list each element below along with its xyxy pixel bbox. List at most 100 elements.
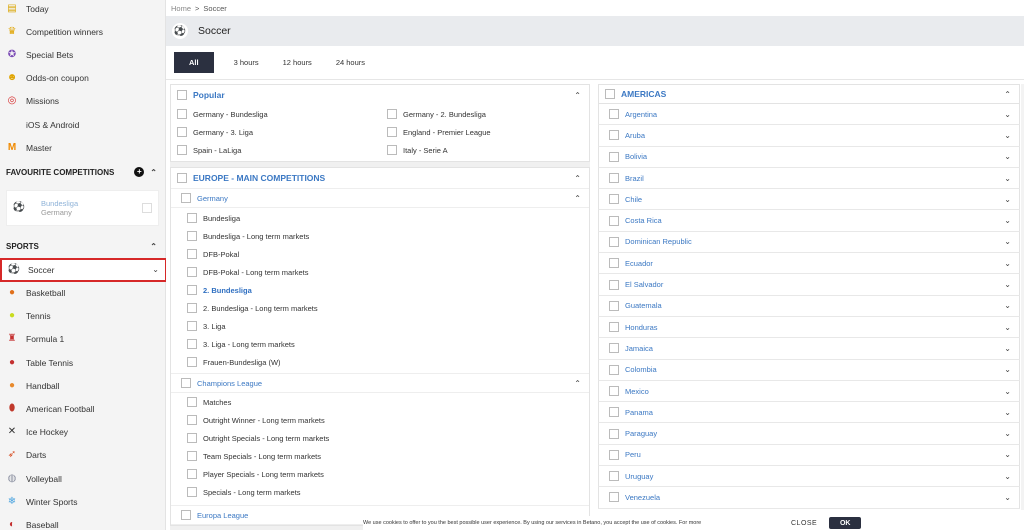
- sidebar-item-table-tennis[interactable]: ● Table Tennis: [0, 351, 165, 374]
- item-checkbox[interactable]: [609, 322, 619, 333]
- sidebar-item-baseball[interactable]: ◐ Baseball: [0, 513, 165, 530]
- item-checkbox[interactable]: [609, 343, 619, 354]
- list-item[interactable]: Uruguay ⌄: [598, 466, 1020, 488]
- item-checkbox[interactable]: [609, 130, 619, 141]
- list-item[interactable]: Bolivia ⌄: [598, 146, 1020, 168]
- item-checkbox[interactable]: [387, 145, 397, 155]
- list-item[interactable]: Chile ⌄: [598, 189, 1020, 211]
- item-checkbox[interactable]: [609, 215, 619, 226]
- tab-3-hours[interactable]: 3 hours: [222, 52, 271, 73]
- chevron-down-icon[interactable]: ⌄: [1004, 493, 1011, 502]
- item-checkbox[interactable]: [609, 194, 619, 205]
- sidebar-item-special-bets[interactable]: ✪ Special Bets: [0, 43, 165, 66]
- item-checkbox[interactable]: [187, 249, 197, 259]
- item-checkbox[interactable]: [609, 386, 619, 396]
- item-checkbox[interactable]: [187, 213, 197, 223]
- item-checkbox[interactable]: [187, 357, 197, 367]
- item-checkbox[interactable]: [187, 397, 197, 407]
- item-checkbox[interactable]: [609, 173, 619, 184]
- item-checkbox[interactable]: [177, 127, 187, 137]
- chevron-down-icon[interactable]: ⌄: [1004, 408, 1011, 417]
- chevron-down-icon[interactable]: ⌄: [1004, 450, 1011, 459]
- sidebar-item-competition-winners[interactable]: ♛ Competition winners: [0, 20, 165, 43]
- item-checkbox[interactable]: [609, 109, 619, 120]
- sidebar-item-ice-hockey[interactable]: ✕ Ice Hockey: [0, 421, 165, 444]
- cookie-ok-button[interactable]: OK: [829, 517, 862, 529]
- list-item[interactable]: Argentina ⌄: [598, 104, 1020, 126]
- list-item[interactable]: Venezuela ⌄: [598, 487, 1020, 509]
- item-checkbox[interactable]: [387, 127, 397, 137]
- item-checkbox[interactable]: [187, 415, 197, 425]
- germany-header[interactable]: Germany ⌃: [171, 188, 589, 208]
- list-item[interactable]: Mexico ⌄: [598, 380, 1020, 403]
- sidebar-item-today[interactable]: ▤ Today: [0, 0, 165, 20]
- list-item[interactable]: El Salvador ⌄: [598, 274, 1020, 296]
- chevron-up-icon[interactable]: ⌃: [574, 379, 581, 388]
- chevron-up-icon[interactable]: ⌃: [574, 174, 581, 183]
- list-item[interactable]: Ecuador ⌄: [598, 253, 1020, 275]
- chevron-down-icon[interactable]: ⌄: [1004, 195, 1011, 204]
- tab-all[interactable]: All: [174, 52, 214, 73]
- list-item[interactable]: Brazil ⌄: [598, 167, 1020, 190]
- germany-checkbox[interactable]: [181, 193, 191, 203]
- item-checkbox[interactable]: [609, 364, 619, 375]
- sidebar-item-winter-sports[interactable]: ❄ Winter Sports: [0, 490, 165, 513]
- item-checkbox[interactable]: [187, 303, 197, 313]
- sidebar-item-soccer[interactable]: ⚽ Soccer ⌄: [0, 258, 167, 282]
- list-item[interactable]: Italy - Serie A: [387, 145, 587, 155]
- chevron-down-icon[interactable]: ⌄: [1004, 216, 1011, 225]
- europe-checkbox[interactable]: [177, 173, 187, 183]
- list-item[interactable]: Bundesliga: [171, 209, 589, 227]
- list-item[interactable]: Costa Rica ⌄: [598, 210, 1020, 232]
- add-favourite-icon[interactable]: +: [134, 167, 145, 178]
- europa-league-checkbox[interactable]: [181, 510, 191, 520]
- list-item[interactable]: Honduras ⌄: [598, 316, 1020, 339]
- list-item[interactable]: Outright Specials - Long term markets: [171, 429, 589, 447]
- sidebar-item-tennis[interactable]: ● Tennis: [0, 305, 165, 328]
- favourite-checkbox[interactable]: [142, 203, 152, 214]
- chevron-down-icon[interactable]: ⌄: [1004, 131, 1011, 140]
- list-item[interactable]: 3. Liga: [171, 317, 589, 335]
- chevron-down-icon[interactable]: ⌄: [1004, 387, 1011, 396]
- sidebar-item-american-football[interactable]: ⬮ American Football: [0, 397, 165, 420]
- list-item[interactable]: Frauen-Bundesliga (W): [171, 353, 589, 371]
- list-item[interactable]: Germany - 3. Liga: [177, 127, 387, 137]
- item-checkbox[interactable]: [187, 469, 197, 479]
- americas-header[interactable]: AMERICAS ⌃: [598, 84, 1020, 104]
- sidebar-item-ios-android[interactable]: iOS & Android: [0, 113, 165, 136]
- list-item[interactable]: Guatemala ⌄: [598, 295, 1020, 317]
- chevron-up-icon[interactable]: ⌃: [150, 168, 157, 177]
- tab-24-hours[interactable]: 24 hours: [324, 52, 377, 73]
- list-item[interactable]: Colombia ⌄: [598, 359, 1020, 381]
- list-item[interactable]: Peru ⌄: [598, 444, 1020, 467]
- sidebar-item-odds-on-coupon[interactable]: ☻ Odds-on coupon: [0, 67, 165, 90]
- chevron-down-icon[interactable]: ⌄: [1004, 280, 1011, 289]
- tab-12-hours[interactable]: 12 hours: [271, 52, 324, 73]
- list-item[interactable]: Paraguay ⌄: [598, 423, 1020, 445]
- list-item[interactable]: Team Specials - Long term markets: [171, 447, 589, 465]
- list-item[interactable]: Specials - Long term markets: [171, 483, 589, 501]
- champions-league-checkbox[interactable]: [181, 378, 191, 388]
- breadcrumb-home[interactable]: Home: [171, 4, 191, 13]
- list-item[interactable]: Bundesliga - Long term markets: [171, 227, 589, 245]
- list-item[interactable]: Player Specials - Long term markets: [171, 465, 589, 483]
- item-checkbox[interactable]: [609, 407, 619, 418]
- item-checkbox[interactable]: [187, 487, 197, 497]
- item-checkbox[interactable]: [177, 109, 187, 119]
- europe-header[interactable]: EUROPE - MAIN COMPETITIONS ⌃: [171, 168, 589, 188]
- sidebar-item-master[interactable]: M Master: [0, 136, 165, 159]
- list-item[interactable]: DFB-Pokal: [171, 245, 589, 263]
- item-checkbox[interactable]: [609, 471, 619, 482]
- chevron-down-icon[interactable]: ⌄: [1004, 110, 1011, 119]
- item-checkbox[interactable]: [609, 279, 619, 290]
- item-checkbox[interactable]: [187, 339, 197, 349]
- item-checkbox[interactable]: [609, 300, 619, 311]
- list-item[interactable]: Panama ⌄: [598, 402, 1020, 424]
- list-item-selected[interactable]: 2. Bundesliga: [171, 281, 589, 299]
- list-item[interactable]: Dominican Republic ⌄: [598, 231, 1020, 254]
- item-checkbox[interactable]: [609, 151, 619, 162]
- item-checkbox[interactable]: [609, 258, 619, 269]
- chevron-down-icon[interactable]: ⌄: [1004, 365, 1011, 374]
- item-checkbox[interactable]: [187, 321, 197, 331]
- list-item[interactable]: 3. Liga - Long term markets: [171, 335, 589, 353]
